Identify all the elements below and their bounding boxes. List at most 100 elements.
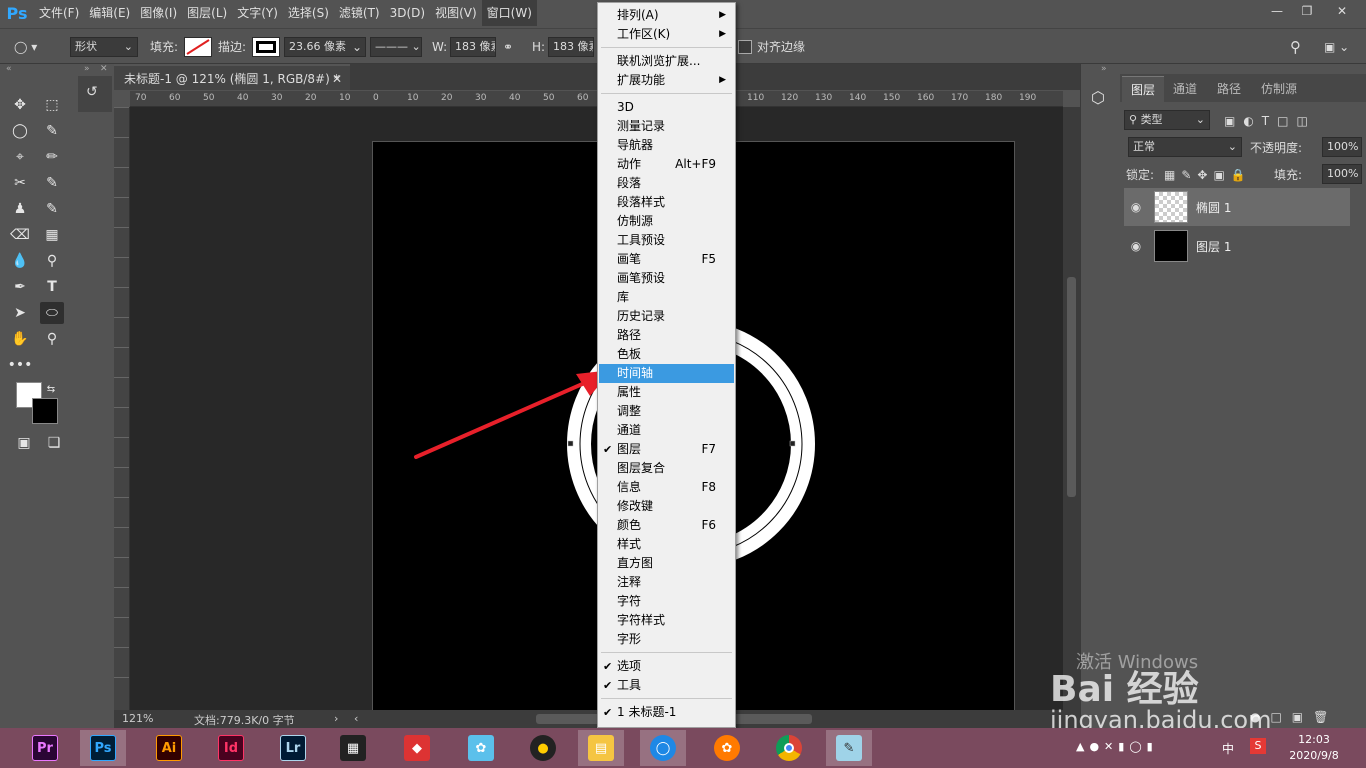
expand-icon[interactable]: » xyxy=(84,64,90,74)
taskbar-explorer-app[interactable]: ▤ xyxy=(578,730,624,766)
ellipse-tool-icon[interactable]: ⬭ xyxy=(40,302,64,324)
menu-item-33[interactable]: 字符样式 xyxy=(599,611,734,630)
menu-window[interactable]: 窗口(W) xyxy=(481,0,537,26)
menu-3d[interactable]: 3D(D) xyxy=(385,0,430,26)
taskbar-app-2[interactable]: Ai xyxy=(146,730,192,766)
taskbar-paint-app[interactable]: ◆ xyxy=(394,730,440,766)
stroke-type-select[interactable]: ——— ⌄ xyxy=(370,37,422,57)
workspace-icon[interactable]: ▣ ⌄ xyxy=(1324,38,1349,56)
dock-expand-icon[interactable]: » xyxy=(1101,64,1107,74)
width-input[interactable]: 183 像素 xyxy=(450,37,496,57)
taskbar-app-4[interactable]: Lr xyxy=(270,730,316,766)
menu-item-18[interactable]: 路径 xyxy=(599,326,734,345)
crop-tool-icon[interactable]: ⌖ xyxy=(8,146,32,168)
minimize-icon[interactable]: — xyxy=(1262,0,1292,22)
menu-item-15[interactable]: 画笔预设 xyxy=(599,269,734,288)
hand-tool-icon[interactable]: ✋ xyxy=(8,328,32,350)
blend-mode-select[interactable]: 正常 ⌄ xyxy=(1128,137,1242,157)
menu-item-30[interactable]: 直方图 xyxy=(599,554,734,573)
menu-item-27[interactable]: 修改键 xyxy=(599,497,734,516)
marquee-tool-icon[interactable]: ⬚ xyxy=(40,94,64,116)
menu-type[interactable]: 文字(Y) xyxy=(232,0,283,26)
collapse-icon[interactable]: « xyxy=(6,64,12,74)
taskbar-chrome-app[interactable] xyxy=(766,730,812,766)
menu-item-13[interactable]: 工具预设 xyxy=(599,231,734,250)
menu-edit[interactable]: 编辑(E) xyxy=(84,0,135,26)
status-expand-icon[interactable]: › xyxy=(334,712,338,725)
menu-item-28[interactable]: 颜色 F6 xyxy=(599,516,734,535)
taskbar-bird-app[interactable]: ✿ xyxy=(458,730,504,766)
menu-item-25[interactable]: 图层复合 xyxy=(599,459,734,478)
menu-item-26[interactable]: 信息 F8 xyxy=(599,478,734,497)
taskbar-app-1[interactable]: Ps xyxy=(80,730,126,766)
3d-panel-icon[interactable]: ⬡ xyxy=(1091,88,1105,107)
sogou-icon[interactable]: S xyxy=(1250,738,1266,754)
ellipse-tool-preset-icon[interactable]: ◯ ▾ xyxy=(14,38,54,56)
stroke-width-dropdown-icon[interactable]: ⌄ xyxy=(352,38,362,56)
menu-item-32[interactable]: 字符 xyxy=(599,592,734,611)
brush-tool-icon[interactable]: ✎ xyxy=(40,172,64,194)
tab-close-icon[interactable]: ✕ xyxy=(332,66,342,92)
eyedropper-icon[interactable]: ✏ xyxy=(40,146,64,168)
menu-item-20[interactable]: 时间轴 xyxy=(599,364,734,383)
system-clock[interactable]: 12:03 2020/9/8 xyxy=(1284,732,1344,764)
path-select-icon[interactable]: ➤ xyxy=(8,302,32,324)
ime-indicator[interactable]: 中 xyxy=(1222,740,1234,757)
stamp-tool-icon[interactable]: ♟ xyxy=(8,198,32,220)
menu-item-22[interactable]: 调整 xyxy=(599,402,734,421)
align-edges-checkbox[interactable] xyxy=(738,40,752,54)
menu-item-36[interactable]: 选项 ✔ xyxy=(599,657,734,676)
restore-icon[interactable]: ❐ xyxy=(1292,0,1322,22)
move-tool-icon[interactable]: ✥ xyxy=(8,94,32,116)
height-input[interactable]: 183 像素 xyxy=(548,37,594,57)
layer-filter-select[interactable]: ⚲ 类型 ⌄ xyxy=(1124,110,1210,130)
menu-item-1[interactable]: 工作区(K) ▶ xyxy=(599,25,734,44)
healing-tool-icon[interactable]: ✂ xyxy=(8,172,32,194)
dodge-tool-icon[interactable]: ⚲ xyxy=(40,250,64,272)
taskbar-fox-app[interactable]: ✿ xyxy=(704,730,750,766)
menu-item-17[interactable]: 历史记录 xyxy=(599,307,734,326)
zoom-tool-icon[interactable]: ⚲ xyxy=(40,328,64,350)
tab-channels[interactable]: 通道 xyxy=(1164,76,1206,102)
close-icon[interactable]: ✕ xyxy=(1322,0,1362,22)
tab-layers[interactable]: 图层 xyxy=(1122,76,1165,102)
taskbar-app-0[interactable]: Pr xyxy=(22,730,68,766)
menu-item-7[interactable]: 测量记录 xyxy=(599,117,734,136)
shape-mode-select[interactable]: 形状 ⌄ xyxy=(70,37,138,57)
taskbar-notes-app[interactable]: ✎ xyxy=(826,730,872,766)
visibility-eye-icon[interactable]: ◉ xyxy=(1124,239,1148,253)
anchor-point-right[interactable] xyxy=(789,440,796,447)
menu-item-12[interactable]: 仿制源 xyxy=(599,212,734,231)
taskbar-app-3[interactable]: Id xyxy=(208,730,254,766)
menu-item-3[interactable]: 联机浏览扩展... xyxy=(599,52,734,71)
swap-colors-icon[interactable]: ⇆ xyxy=(44,378,58,400)
background-color-swatch[interactable] xyxy=(32,398,58,424)
type-tool-icon[interactable]: T xyxy=(40,276,64,298)
menu-view[interactable]: 视图(V) xyxy=(430,0,482,26)
filter-icons[interactable]: ▣◐T□◫ xyxy=(1224,112,1316,130)
menu-item-21[interactable]: 属性 xyxy=(599,383,734,402)
menu-item-31[interactable]: 注释 xyxy=(599,573,734,592)
menu-item-8[interactable]: 导航器 xyxy=(599,136,734,155)
menu-item-37[interactable]: 工具 ✔ xyxy=(599,676,734,695)
lock-icons[interactable]: ▦✎✥▣🔒 xyxy=(1164,166,1252,184)
taskbar-browser-app[interactable]: ◯ xyxy=(640,730,686,766)
eraser-tool-icon[interactable]: ⌫ xyxy=(8,224,32,246)
menu-item-9[interactable]: 动作 Alt+F9 xyxy=(599,155,734,174)
blur-tool-icon[interactable]: 💧 xyxy=(8,250,32,272)
search-icon[interactable]: ⚲ xyxy=(1290,38,1301,56)
link-icon[interactable]: ⚭ xyxy=(503,38,513,56)
pen-tool-icon[interactable]: ✒ xyxy=(8,276,32,298)
quick-mask-icon[interactable]: ▣ xyxy=(12,432,36,454)
panel-close-icon[interactable]: ✕ xyxy=(100,64,108,74)
more-tools-icon[interactable]: ••• xyxy=(8,354,33,376)
system-tray-icons[interactable]: ▲●✕▮◯▮ xyxy=(1076,740,1158,753)
scroll-left-icon[interactable]: ‹ xyxy=(354,712,358,725)
menu-item-39[interactable]: 1 未标题-1 ✔ xyxy=(599,703,734,722)
taskbar-film-app[interactable]: ▦ xyxy=(330,730,376,766)
menu-layer[interactable]: 图层(L) xyxy=(182,0,232,26)
menu-image[interactable]: 图像(I) xyxy=(135,0,182,26)
tab-document[interactable]: 未标题-1 @ 121% (椭圆 1, RGB/8#) * ✕ xyxy=(114,64,350,90)
menu-item-29[interactable]: 样式 xyxy=(599,535,734,554)
menu-item-6[interactable]: 3D xyxy=(599,98,734,117)
